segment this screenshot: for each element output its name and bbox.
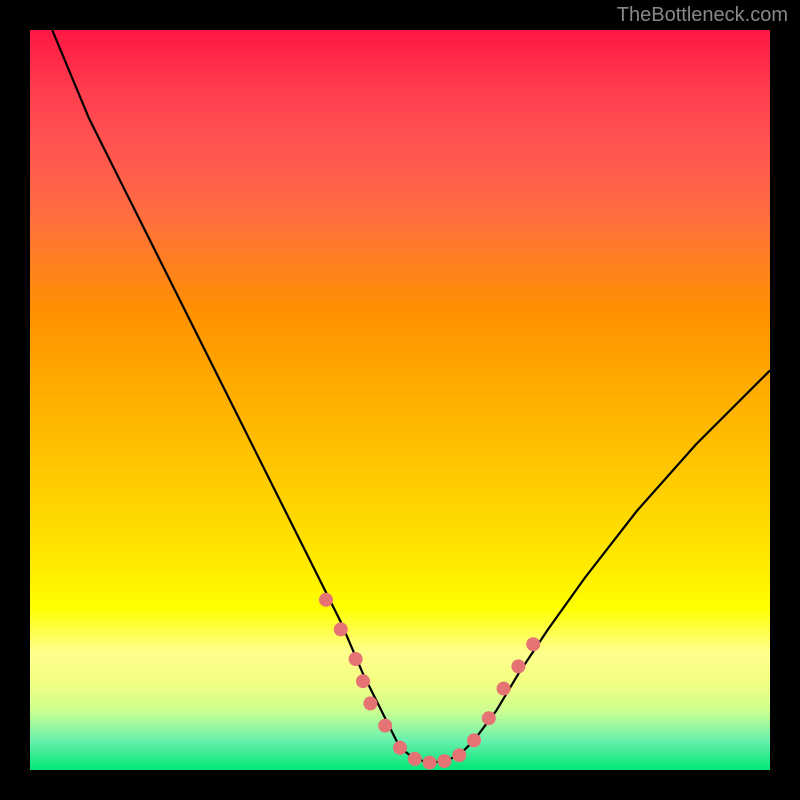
chart-svg-overlay <box>30 30 770 770</box>
watermark-text: TheBottleneck.com <box>617 4 788 27</box>
marker-point <box>319 593 333 607</box>
marker-point <box>363 696 377 710</box>
marker-point <box>526 637 540 651</box>
marker-point <box>408 752 422 766</box>
chart-plot-area <box>30 30 770 770</box>
marker-point <box>511 659 525 673</box>
marker-point <box>356 674 370 688</box>
marker-point <box>482 711 496 725</box>
marker-point <box>497 682 511 696</box>
marker-point <box>378 719 392 733</box>
marker-point <box>393 741 407 755</box>
marker-point <box>334 622 348 636</box>
marker-group <box>319 593 540 770</box>
marker-point <box>437 754 451 768</box>
marker-point <box>452 748 466 762</box>
marker-point <box>467 733 481 747</box>
marker-point <box>423 756 437 770</box>
marker-point <box>349 652 363 666</box>
bottleneck-curve-line <box>52 30 770 763</box>
